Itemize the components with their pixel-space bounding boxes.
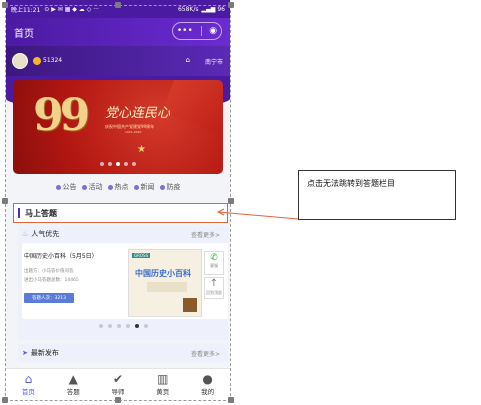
resize-handle[interactable] [115,2,121,8]
resize-handle[interactable] [2,2,8,8]
annotation-text: 点击无法跳转到答题栏目 [307,179,395,188]
selection-frame [5,5,231,401]
resize-handle[interactable] [228,198,234,204]
resize-handle[interactable] [228,397,234,403]
resize-handle[interactable] [2,397,8,403]
resize-handle[interactable] [228,2,234,8]
annotation-callout: 点击无法跳转到答题栏目 [298,170,456,220]
resize-handle[interactable] [2,198,8,204]
resize-handle[interactable] [115,397,121,403]
